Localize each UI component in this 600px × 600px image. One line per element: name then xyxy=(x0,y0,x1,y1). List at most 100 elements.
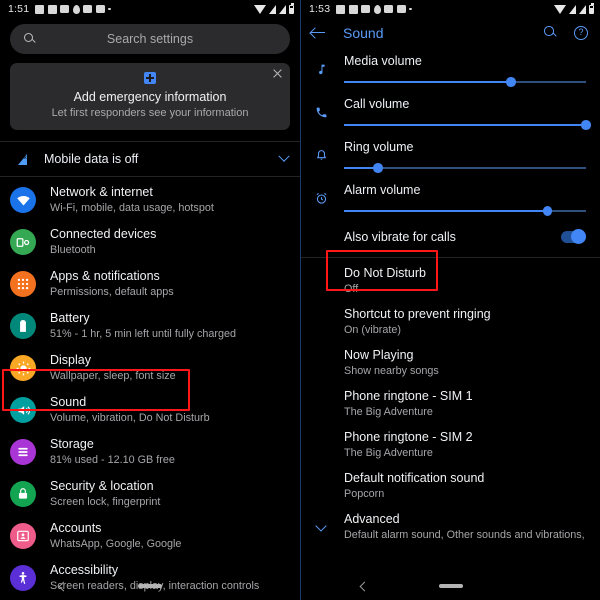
signal-sim2-icon xyxy=(279,4,286,14)
media-volume-slider[interactable] xyxy=(344,77,586,87)
item-subtitle: Wallpaper, sleep, font size xyxy=(50,370,176,382)
search-input[interactable]: Search settings xyxy=(10,24,290,54)
back-chevron-icon[interactable] xyxy=(58,581,69,591)
sidebar-item-display[interactable]: Display Wallpaper, sleep, font size xyxy=(0,347,300,389)
slider-thumb[interactable] xyxy=(506,77,516,87)
music-note-icon xyxy=(311,48,331,76)
list-item-default-notification-sound[interactable]: Default notification sound Popcorn xyxy=(301,465,600,506)
item-subtitle: Popcorn xyxy=(344,487,385,500)
slider-thumb[interactable] xyxy=(542,206,553,216)
item-title: Storage xyxy=(50,437,94,451)
item-title: Apps & notifications xyxy=(50,269,160,283)
slider-fill xyxy=(344,210,548,212)
sidebar-item-connected-devices[interactable]: Connected devices Bluetooth xyxy=(0,221,300,263)
lock-icon xyxy=(10,481,36,507)
vibrate-toggle-row[interactable]: Also vibrate for calls xyxy=(301,220,600,253)
slider-row-ring: Ring volume xyxy=(301,134,600,177)
storage-icon xyxy=(10,439,36,465)
mobile-data-row[interactable]: Mobile data is off xyxy=(0,142,300,176)
sidebar-item-apps[interactable]: Apps & notifications Permissions, defaul… xyxy=(0,263,300,305)
sidebar-item-security[interactable]: Security & location Screen lock, fingerp… xyxy=(0,473,300,515)
status-bar-left: 1:51 xyxy=(0,0,300,18)
sidebar-item-storage[interactable]: Storage 81% used - 12.10 GB free xyxy=(0,431,300,473)
wifi-icon xyxy=(254,4,266,14)
facebook-icon xyxy=(336,4,346,14)
close-icon[interactable] xyxy=(272,68,283,79)
search-icon xyxy=(24,32,37,46)
home-pill-icon[interactable] xyxy=(138,583,162,589)
item-subtitle: The Big Adventure xyxy=(344,446,433,459)
settings-panel: 1:51 Search settings Add emergency infor… xyxy=(0,0,300,600)
sidebar-item-text: Network & internet Wi-Fi, mobile, data u… xyxy=(50,185,214,215)
item-subtitle: Permissions, default apps xyxy=(50,286,174,298)
item-title: Default notification sound xyxy=(344,470,485,485)
item-subtitle: Default alarm sound, Other sounds and vi… xyxy=(344,528,586,541)
navigation-bar-left xyxy=(0,572,300,600)
slider-row-media: Media volume xyxy=(301,48,600,91)
back-chevron-icon[interactable] xyxy=(359,581,370,591)
emergency-info-card[interactable]: Add emergency information Let first resp… xyxy=(10,63,290,130)
list-item-advanced[interactable]: Advanced Default alarm sound, Other soun… xyxy=(301,506,600,547)
item-subtitle: On (vibrate) xyxy=(344,323,401,336)
mail-icon xyxy=(384,5,394,13)
sidebar-item-accounts[interactable]: Accounts WhatsApp, Google, Google xyxy=(0,515,300,557)
more-dot-icon xyxy=(409,7,412,11)
item-title: Battery xyxy=(50,311,90,325)
status-clock: 1:53 xyxy=(309,3,331,15)
item-title: Display xyxy=(50,353,91,367)
chevron-down-icon[interactable] xyxy=(315,519,327,532)
sound-settings-panel: 1:53 Sound ? Media volume Call volume Ri… xyxy=(300,0,600,600)
item-subtitle: 81% used - 12.10 GB free xyxy=(50,454,175,466)
item-title: Connected devices xyxy=(50,227,157,241)
battery-icon xyxy=(289,3,294,14)
slider-fill xyxy=(344,81,511,83)
page-title: Sound xyxy=(343,25,384,41)
battery-icon xyxy=(10,313,36,339)
status-notification-icons xyxy=(336,4,554,14)
slider-row-call: Call volume xyxy=(301,91,600,134)
item-subtitle: Show nearby songs xyxy=(344,364,439,377)
call-volume-slider[interactable] xyxy=(344,120,591,130)
status-clock: 1:51 xyxy=(8,3,30,15)
sidebar-item-battery[interactable]: Battery 51% - 1 hr, 5 min left until ful… xyxy=(0,305,300,347)
vibrate-toggle-switch[interactable] xyxy=(561,229,586,244)
sidebar-item-text: Storage 81% used - 12.10 GB free xyxy=(50,437,175,467)
list-item-do-not-disturb[interactable]: Do Not Disturb Off xyxy=(301,260,600,301)
sidebar-item-network[interactable]: Network & internet Wi-Fi, mobile, data u… xyxy=(0,179,300,221)
chevron-down-icon[interactable] xyxy=(278,150,290,162)
navigation-bar-right xyxy=(301,572,600,600)
message-icon xyxy=(361,5,371,13)
sidebar-item-text: Security & location Screen lock, fingerp… xyxy=(50,479,160,509)
ring-volume-slider[interactable] xyxy=(344,163,586,173)
volume-icon xyxy=(10,397,36,423)
slider-label: Alarm volume xyxy=(344,183,421,197)
settings-list: Network & internet Wi-Fi, mobile, data u… xyxy=(0,177,300,599)
music-note-icon xyxy=(47,4,57,14)
back-arrow-icon[interactable] xyxy=(311,26,327,40)
mail-icon-2 xyxy=(95,5,105,13)
message-icon xyxy=(60,5,70,13)
apps-grid-icon xyxy=(10,271,36,297)
mobile-data-label: Mobile data is off xyxy=(44,152,139,166)
signal-sim2-icon xyxy=(579,4,586,14)
list-item-shortcut-prevent-ringing[interactable]: Shortcut to prevent ringing On (vibrate) xyxy=(301,301,600,342)
list-item-now-playing[interactable]: Now Playing Show nearby songs xyxy=(301,342,600,383)
sidebar-item-sound[interactable]: Sound Volume, vibration, Do Not Disturb xyxy=(0,389,300,431)
status-system-icons xyxy=(554,3,594,14)
slider-body: Media volume xyxy=(344,48,586,87)
battery-icon xyxy=(589,3,594,14)
item-title: Security & location xyxy=(50,479,154,493)
list-item-ringtone-sim1[interactable]: Phone ringtone - SIM 1 The Big Adventure xyxy=(301,383,600,424)
slider-thumb[interactable] xyxy=(373,163,383,173)
help-icon[interactable]: ? xyxy=(574,26,588,40)
slider-row-alarm: Alarm volume xyxy=(301,177,600,220)
emergency-plus-icon xyxy=(144,72,156,84)
account-card-icon xyxy=(10,523,36,549)
dual-screenshot: 1:51 Search settings Add emergency infor… xyxy=(0,0,600,600)
alarm-volume-slider[interactable] xyxy=(344,206,586,216)
home-pill-icon[interactable] xyxy=(439,583,463,589)
slider-thumb[interactable] xyxy=(581,120,591,130)
item-title: Phone ringtone - SIM 2 xyxy=(344,429,473,444)
list-item-ringtone-sim2[interactable]: Phone ringtone - SIM 2 The Big Adventure xyxy=(301,424,600,465)
search-icon[interactable] xyxy=(544,26,558,40)
